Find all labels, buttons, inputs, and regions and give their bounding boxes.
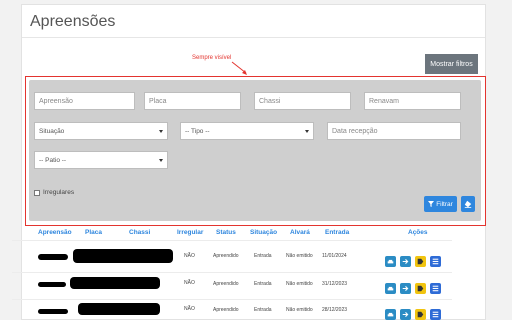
show-filters-button[interactable]: Mostrar filtros [425,54,478,74]
page-title: Apreensões [30,13,116,30]
alvara-cell: Não emitido [286,281,313,287]
redaction-mark [38,309,68,314]
entrada-cell: 11/01/2024 [322,253,347,259]
list-icon [432,258,439,265]
placa-input[interactable]: Placa [144,92,241,110]
redaction-mark [70,277,160,289]
situacao-cell: Entrada [254,281,272,287]
annotation-arrow-icon [231,61,247,75]
tag-button[interactable] [415,256,426,267]
col-header-placa[interactable]: Placa [85,229,102,236]
eraser-icon [464,200,472,208]
forward-button[interactable] [400,309,411,320]
col-header-situacao[interactable]: Situação [250,229,277,236]
chevron-down-icon [159,158,163,162]
car-icon [387,259,394,263]
col-header-irregular[interactable]: Irregular [177,229,203,236]
situacao-select[interactable]: Situação [34,122,168,140]
filter-panel: Apreensão Placa Chassi Renavam Situação … [29,80,481,221]
car-icon [387,286,394,290]
entrada-cell: 31/12/2023 [322,281,348,287]
col-header-entrada[interactable]: Entrada [325,229,349,236]
tag-icon [417,285,424,292]
redaction-mark [38,254,68,260]
clear-filters-button[interactable] [461,196,475,212]
title-bar: Apreensões [22,5,485,38]
redaction-mark [73,249,173,263]
irregulares-checkbox-row[interactable]: Irregulares [34,189,74,196]
list-button[interactable] [430,309,441,320]
col-header-alvara[interactable]: Alvará [290,229,310,236]
irregulares-label: Irregulares [43,189,75,196]
data-recepcao-input[interactable]: Data recepção [327,122,461,140]
col-header-apreensao[interactable]: Apreensão [38,229,72,236]
arrow-right-icon [402,286,409,291]
funnel-icon [428,201,435,207]
status-cell: Apreendido [213,253,239,259]
car-icon [387,312,394,316]
tipo-select[interactable]: -- Tipo -- [180,122,314,140]
tag-button[interactable] [415,283,426,294]
chevron-down-icon [159,129,163,133]
vehicle-button[interactable] [385,309,396,320]
chassi-input[interactable]: Chassi [254,92,351,110]
chevron-down-icon [305,129,309,133]
redaction-mark [78,303,160,315]
entrada-cell: 28/12/2023 [322,307,348,313]
alvara-cell: Não emitido [286,307,313,313]
arrow-right-icon [402,312,409,317]
row-divider [12,272,452,273]
irregular-cell: NÃO [184,253,195,259]
filter-button-label: Filtrar [436,200,453,208]
tag-icon [417,311,424,318]
vehicle-button[interactable] [385,256,396,267]
forward-button[interactable] [400,256,411,267]
situacao-cell: Entrada [254,307,272,313]
vehicle-button[interactable] [385,283,396,294]
situacao-select-value: Situação [39,127,65,135]
patio-select-value: -- Patio -- [39,156,67,164]
tag-button[interactable] [415,309,426,320]
list-icon [432,285,439,292]
arrow-right-icon [402,259,409,264]
irregular-cell: NÃO [184,280,195,286]
irregulares-checkbox[interactable] [34,189,40,196]
col-header-acoes: Ações [408,229,428,236]
tag-icon [417,258,424,265]
list-icon [432,311,439,318]
filter-highlight-box: Apreensão Placa Chassi Renavam Situação … [25,76,486,226]
redaction-mark [38,282,66,287]
renavam-input[interactable]: Renavam [364,92,461,110]
status-cell: Apreendido [213,281,239,287]
col-header-status[interactable]: Status [216,229,236,236]
header-divider [12,240,452,241]
forward-button[interactable] [400,283,411,294]
apreensao-input[interactable]: Apreensão [34,92,135,110]
annotation-label: Sempre visível [192,55,232,61]
list-button[interactable] [430,283,441,294]
col-header-chassi[interactable]: Chassi [129,229,150,236]
list-button[interactable] [430,256,441,267]
situacao-cell: Entrada [254,253,272,259]
tipo-select-value: -- Tipo -- [185,127,210,135]
irregular-cell: NÃO [184,306,195,312]
patio-select[interactable]: -- Patio -- [34,151,168,169]
filter-button[interactable]: Filtrar [424,196,457,212]
row-divider [12,299,452,300]
status-cell: Apreendido [213,307,239,313]
alvara-cell: Não emitido [286,253,313,259]
